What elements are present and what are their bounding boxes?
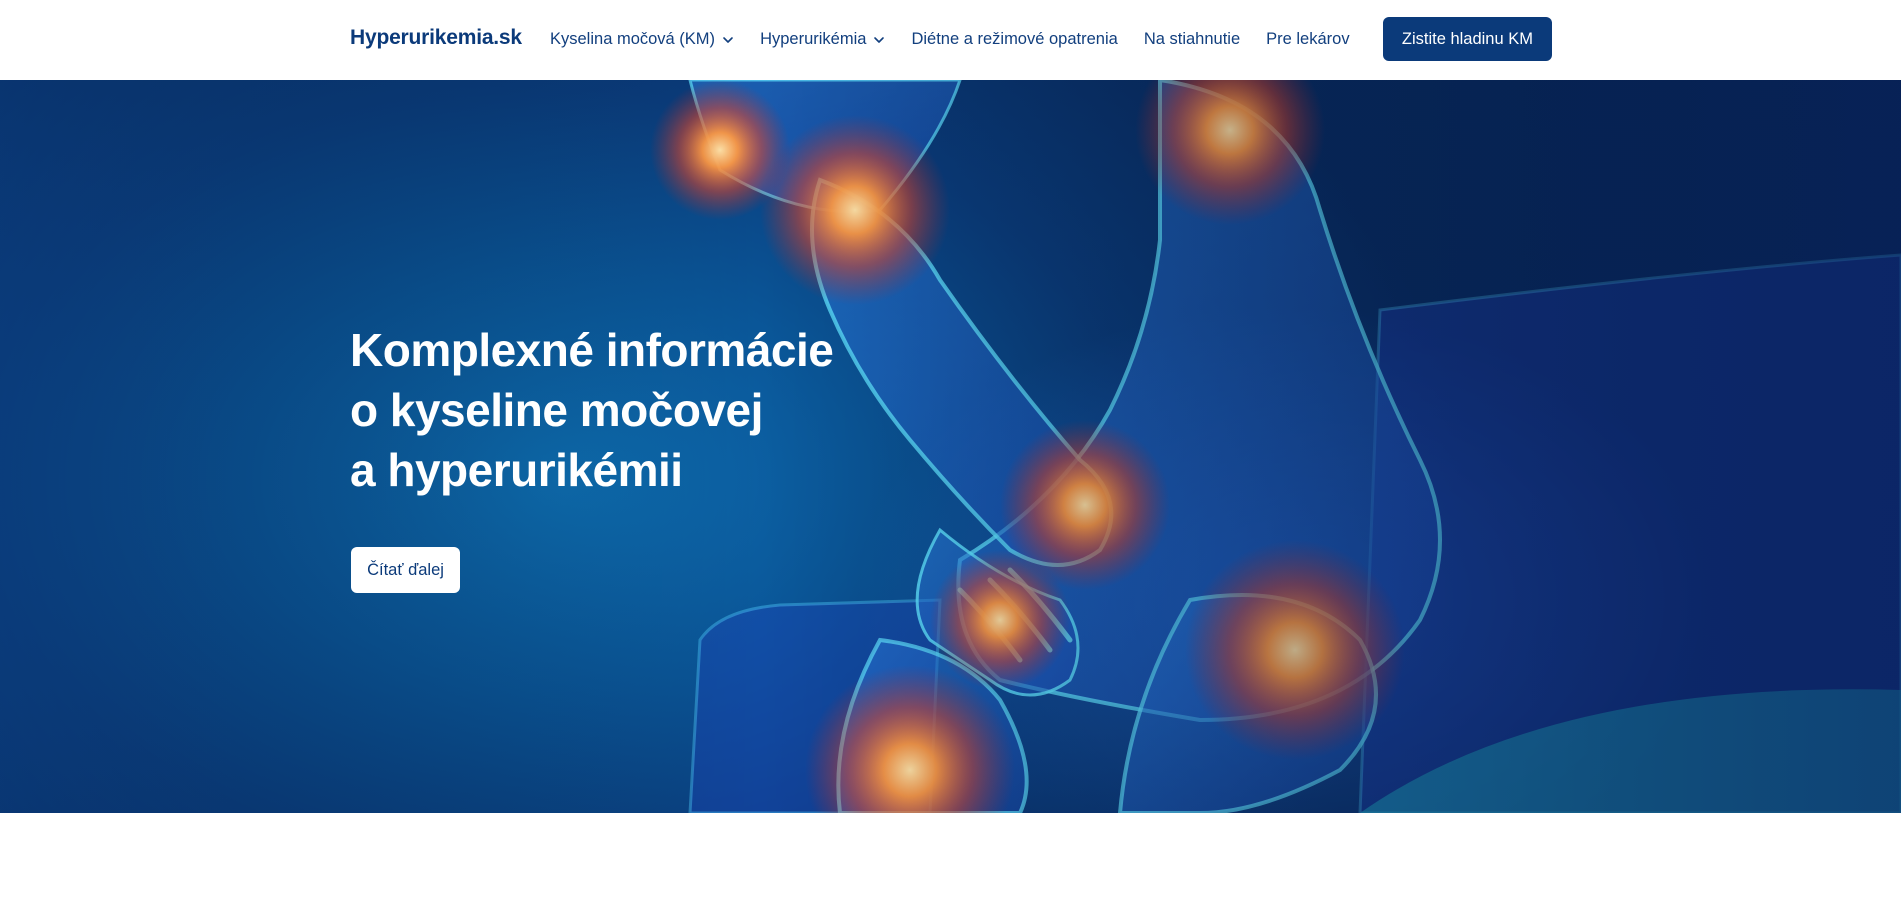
hero-title-line: o kyseline močovej (350, 384, 763, 436)
hero-section: Komplexné informácie o kyseline močovej … (0, 80, 1901, 813)
hero-illustration (0, 80, 1901, 813)
header-container: Hyperurikemia.sk Kyselina močová (KM) Hy… (350, 0, 1552, 80)
hero-title-line: a hyperurikémii (350, 444, 683, 496)
nav-item-pre-lekarov[interactable]: Pre lekárov (1266, 30, 1349, 49)
nav-item-kyselina-mocova[interactable]: Kyselina močová (KM) (550, 30, 734, 49)
nav-item-label: Hyperurikémia (760, 30, 867, 48)
site-header: Hyperurikemia.sk Kyselina močová (KM) Hy… (0, 0, 1901, 80)
nav-item-dietne-opatrenia[interactable]: Diétne a režimové opatrenia (911, 30, 1117, 49)
nav-item-na-stiahnutie[interactable]: Na stiahnutie (1144, 30, 1240, 49)
nav-item-hyperurikemia[interactable]: Hyperurikémia (760, 30, 885, 49)
hero-title-line: Komplexné informácie (350, 324, 834, 376)
main-nav: Kyselina močová (KM) Hyperurikémia Diétn… (550, 30, 1376, 49)
chevron-down-icon (874, 36, 885, 43)
hero-title: Komplexné informácie o kyseline močovej … (350, 320, 950, 500)
nav-item-label: Pre lekárov (1266, 30, 1350, 48)
nav-item-label: Kyselina močová (KM) (550, 30, 716, 48)
read-more-button[interactable]: Čítať ďalej (351, 547, 460, 593)
nav-item-label: Na stiahnutie (1143, 30, 1241, 48)
nav-item-label: Diétne a režimové opatrenia (911, 30, 1118, 48)
find-uric-acid-level-button[interactable]: Zistite hladinu KM (1382, 17, 1552, 61)
chevron-down-icon (723, 36, 733, 43)
site-logo[interactable]: Hyperurikemia.sk (350, 26, 522, 50)
